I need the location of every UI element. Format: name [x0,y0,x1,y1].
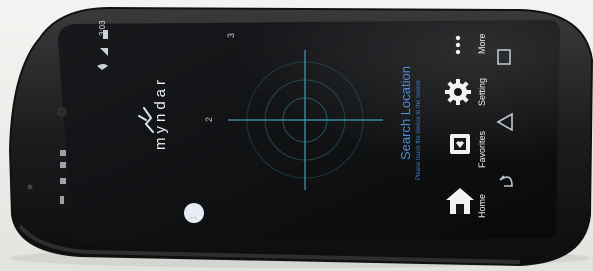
favorites-icon[interactable] [450,134,470,154]
front-camera [57,107,67,117]
gear-icon[interactable] [445,79,471,105]
step-2-label: 2 [204,116,214,122]
step-1-label: 1 [188,214,198,220]
front-sensor [27,184,33,190]
nav-setting-label[interactable]: Setting [477,78,487,106]
more-icon[interactable] [455,35,461,55]
notification-icon-2 [60,162,66,168]
nav-favorites-label[interactable]: Favorites [477,131,487,168]
screen-hint: Please touch the device to the sensor [416,79,422,180]
screen-title: Search Location [398,66,413,160]
brand-name: myndar [152,75,169,150]
notification-icon-1 [60,150,66,156]
phone-photo [8,6,593,268]
nav-more-label[interactable]: More [477,33,487,54]
nav-home-label[interactable]: Home [477,194,487,218]
notification-icon-4 [60,196,64,204]
step-3-label: 3 [226,32,236,38]
notification-icon-3 [60,178,66,184]
status-time: 3:03 [98,20,107,36]
step-1-indicator[interactable] [184,203,204,223]
